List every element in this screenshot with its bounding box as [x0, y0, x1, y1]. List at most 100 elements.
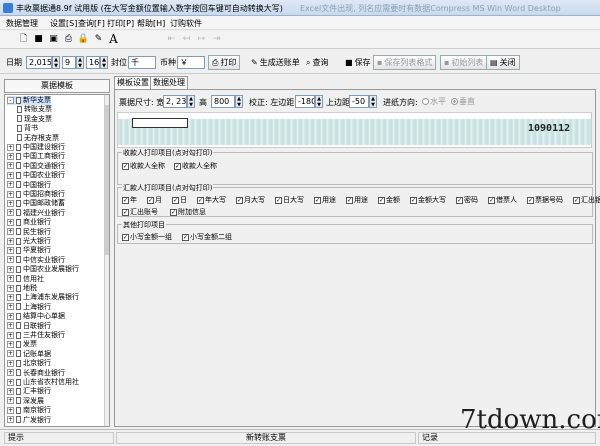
- tree-item[interactable]: + 中国农业银行: [7, 171, 65, 180]
- expand-icon[interactable]: +: [7, 340, 14, 348]
- init-list-button[interactable]: ▪ 初始列表: [440, 55, 488, 70]
- tree-item[interactable]: + 南京银行: [7, 406, 51, 415]
- next-icon[interactable]: ↦: [195, 33, 208, 46]
- expand-icon[interactable]: +: [7, 237, 14, 245]
- tree-item[interactable]: + 中国交通银行: [7, 162, 65, 171]
- save-icon[interactable]: ■: [32, 33, 45, 46]
- tree-item[interactable]: + 北京银行: [7, 359, 51, 368]
- tree-scroll-thumb[interactable]: [105, 105, 109, 255]
- expand-icon[interactable]: +: [7, 275, 14, 283]
- tree-item[interactable]: 转账支票: [17, 105, 52, 114]
- tree-item[interactable]: - 新华支票: [7, 96, 51, 105]
- expand-icon[interactable]: +: [7, 303, 14, 311]
- first-icon[interactable]: ⇤: [165, 33, 178, 46]
- tree-item[interactable]: + 日联银行: [7, 322, 51, 331]
- check-remitter-item[interactable]: ✓ 日大写: [275, 195, 304, 205]
- menu-order[interactable]: 订购软件: [170, 18, 202, 29]
- check-payee-name-1[interactable]: ✓ 收款人全称: [122, 161, 165, 171]
- query-button[interactable]: ⌕ 查询: [302, 55, 332, 70]
- menu-print[interactable]: 打印[P]: [107, 18, 134, 29]
- tree-item[interactable]: + 中国邮政储蓄: [7, 199, 65, 208]
- tree-item[interactable]: + 汇丰银行: [7, 387, 51, 396]
- expand-icon[interactable]: +: [7, 406, 14, 414]
- check-remitter-item[interactable]: ✓ 月: [147, 195, 162, 205]
- check-remitter-item[interactable]: ✓ 票据号码: [527, 195, 563, 205]
- save-list-format-button[interactable]: ▪ 保存列表格式: [373, 55, 437, 70]
- expand-icon[interactable]: +: [7, 209, 14, 217]
- tab-data-processing[interactable]: 数据处理: [150, 76, 188, 89]
- tree-item[interactable]: + 山东省农村信用社: [7, 378, 79, 387]
- tree-item[interactable]: + 华夏银行: [7, 246, 51, 255]
- close-button[interactable]: ▤ 关闭: [486, 55, 520, 70]
- check-remitter-item[interactable]: ✓ 汇出账号: [122, 207, 158, 217]
- expand-icon[interactable]: +: [7, 162, 14, 170]
- expand-icon[interactable]: +: [7, 350, 14, 358]
- left-margin-spinner[interactable]: ▲ ▼: [315, 95, 323, 108]
- tree-item[interactable]: 现金支票: [17, 115, 52, 124]
- expand-icon[interactable]: +: [7, 369, 14, 377]
- expand-icon[interactable]: +: [7, 331, 14, 339]
- check-remitter-item[interactable]: ✓汇出银行: [573, 195, 600, 205]
- tree-item[interactable]: 背书: [17, 124, 38, 133]
- tree-item[interactable]: 无存根支票: [17, 134, 59, 143]
- tree-item[interactable]: + 发票: [7, 340, 37, 349]
- check-remitter-item[interactable]: ✓ 借票人: [488, 195, 517, 205]
- template-tree[interactable]: - 新华支票 转账支票 现金支票 背书 无存根支票 + 中国建设银行 + 中国工商银行 + 中国交通银…: [4, 94, 110, 427]
- expand-icon[interactable]: +: [7, 199, 14, 207]
- expand-icon[interactable]: +: [7, 256, 14, 264]
- top-margin-spinner[interactable]: ▲ ▼: [369, 95, 377, 108]
- menu-data-manage[interactable]: 数据管理: [6, 18, 38, 29]
- last-icon[interactable]: ⇥: [210, 33, 223, 46]
- expand-icon[interactable]: +: [7, 378, 14, 386]
- expand-icon[interactable]: +: [7, 416, 14, 424]
- expand-icon[interactable]: +: [7, 397, 14, 405]
- check-remitter-item[interactable]: ✓ 月大写: [236, 195, 265, 205]
- radio-vertical[interactable]: 垂直: [451, 96, 475, 107]
- generate-button[interactable]: ✎ 生成送账单: [247, 55, 304, 70]
- tree-item[interactable]: + 结算中心单据: [7, 312, 65, 321]
- year-spinner[interactable]: ▲ ▼: [52, 56, 60, 69]
- check-remitter-item[interactable]: ✓ 金额大写: [410, 195, 446, 205]
- tree-item[interactable]: + 记账单据: [7, 350, 51, 359]
- print-icon[interactable]: ⎙: [62, 33, 75, 46]
- expand-icon[interactable]: +: [7, 218, 14, 226]
- save-button[interactable]: ■ 保存: [341, 55, 375, 70]
- tree-item[interactable]: + 中国工商银行: [7, 152, 65, 161]
- top-margin-input[interactable]: -50: [349, 95, 369, 108]
- tree-scrollbar[interactable]: [104, 95, 109, 426]
- check-remitter-item[interactable]: ✓ 金额: [378, 195, 400, 205]
- day-spinner[interactable]: ▲ ▼: [100, 56, 108, 69]
- tree-item[interactable]: + 中国建设银行: [7, 143, 65, 152]
- tree-item[interactable]: + 上海银行: [7, 303, 51, 312]
- width-input[interactable]: 2, 230: [163, 95, 187, 108]
- month-input[interactable]: 9: [62, 56, 76, 69]
- check-remitter-item[interactable]: ✓ 附加信息: [170, 207, 206, 217]
- expand-icon[interactable]: +: [7, 246, 14, 254]
- tree-item[interactable]: + 深发展: [7, 397, 44, 406]
- expand-icon[interactable]: +: [7, 190, 14, 198]
- tree-item[interactable]: + 信用社: [7, 275, 44, 284]
- check-small-amount-1[interactable]: ✓ 小写金额一组: [122, 232, 172, 242]
- check-remitter-item[interactable]: ✓ 日: [172, 195, 187, 205]
- lock-icon[interactable]: 🔒: [77, 33, 90, 46]
- tree-item[interactable]: + 长春商业银行: [7, 369, 65, 378]
- expand-icon[interactable]: +: [7, 171, 14, 179]
- expand-icon[interactable]: +: [7, 387, 14, 395]
- check-remitter-item[interactable]: ✓ 用途: [314, 195, 336, 205]
- tree-item[interactable]: + 中信实业银行: [7, 256, 65, 265]
- check-small-amount-2[interactable]: ✓ 小写金额二组: [182, 232, 232, 242]
- expand-icon[interactable]: +: [7, 322, 14, 330]
- month-spinner[interactable]: ▲ ▼: [76, 56, 84, 69]
- tree-item[interactable]: + 中国银行: [7, 181, 51, 190]
- width-spinner[interactable]: ▲ ▼: [187, 95, 195, 108]
- left-margin-input[interactable]: -180: [295, 95, 315, 108]
- menu-help[interactable]: 帮助[H]: [137, 18, 165, 29]
- tree-item[interactable]: + 地税: [7, 284, 37, 293]
- tree-item[interactable]: + 三井住友银行: [7, 331, 65, 340]
- menu-query[interactable]: 查询[F]: [78, 18, 105, 29]
- expand-icon[interactable]: +: [7, 228, 14, 236]
- tree-item[interactable]: + 上海浦东发展银行: [7, 293, 79, 302]
- expand-icon[interactable]: +: [7, 359, 14, 367]
- font-icon[interactable]: A: [107, 33, 120, 46]
- check-remitter-item[interactable]: ✓ 年: [122, 195, 137, 205]
